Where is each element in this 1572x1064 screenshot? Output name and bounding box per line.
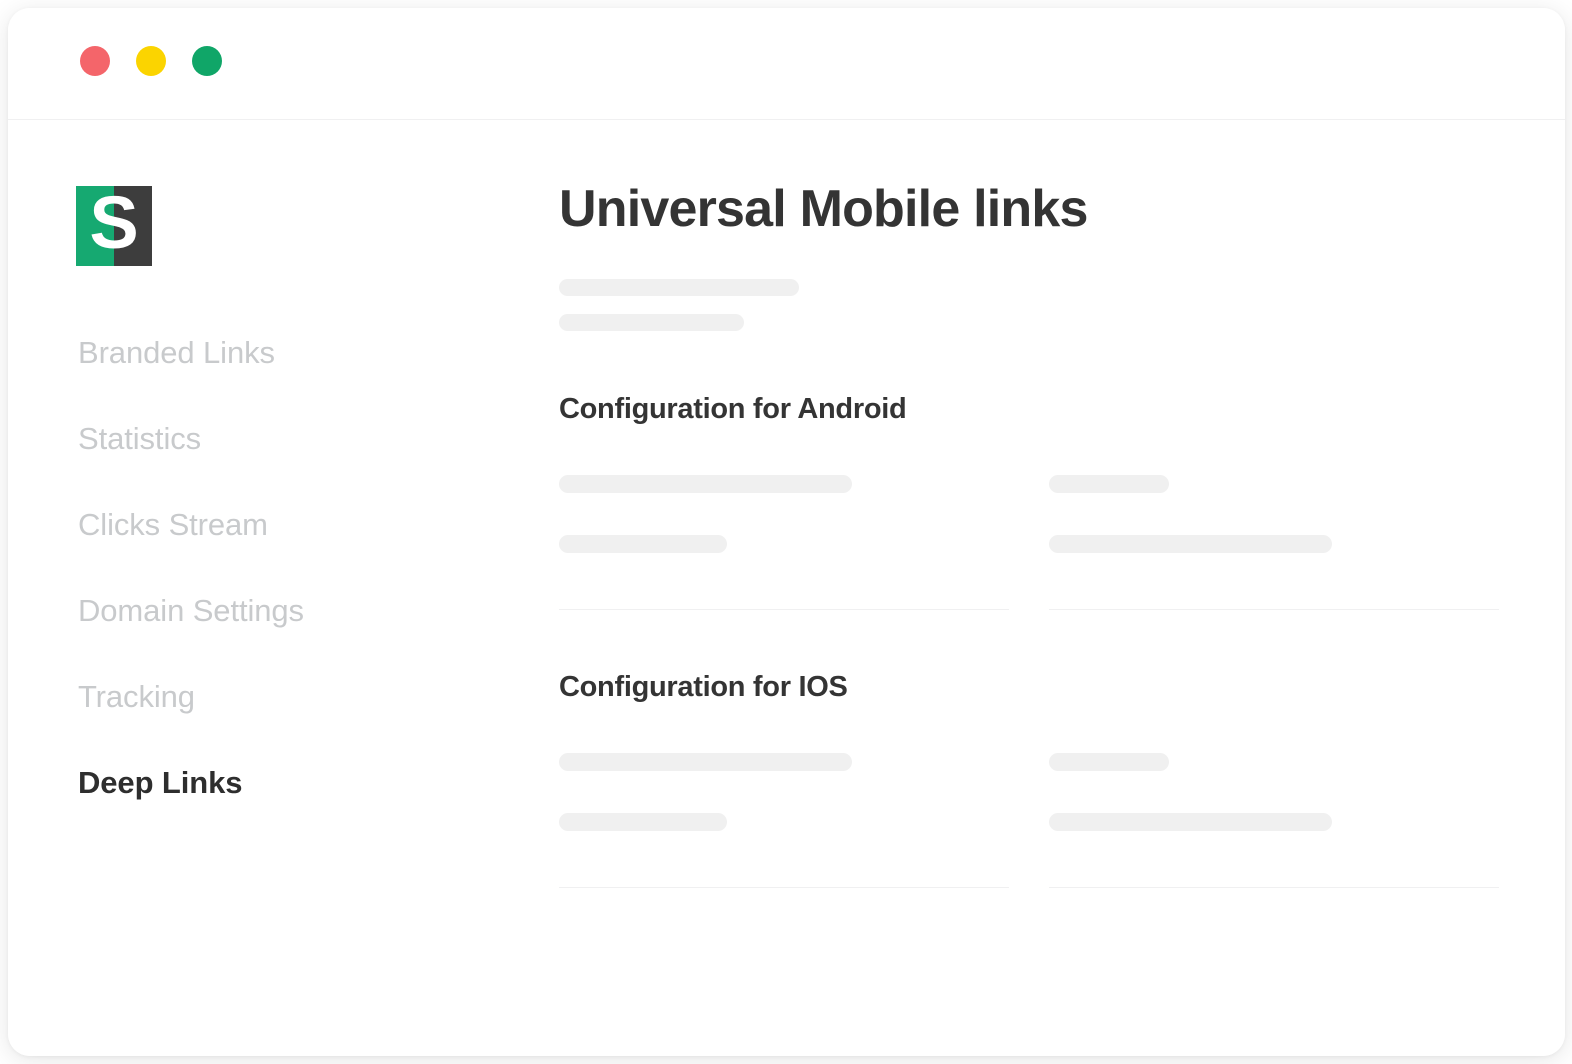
skeleton-line bbox=[559, 279, 799, 296]
section-columns bbox=[559, 753, 1499, 888]
page-subtitle-placeholder bbox=[559, 279, 799, 349]
form-field-placeholder bbox=[559, 753, 1009, 813]
form-field-placeholder bbox=[1049, 475, 1499, 535]
form-field-placeholder bbox=[559, 475, 1009, 535]
skeleton-line bbox=[1049, 535, 1332, 553]
main-content: Universal Mobile links Configuration for… bbox=[548, 121, 1565, 1056]
maximize-window-button[interactable] bbox=[192, 46, 222, 76]
sidebar-item-tracking[interactable]: Tracking bbox=[78, 680, 498, 714]
section-configuration-ios: Configuration for IOS bbox=[559, 671, 1499, 888]
skeleton-line bbox=[559, 314, 744, 331]
form-field-placeholder bbox=[559, 813, 1009, 845]
skeleton-line bbox=[559, 475, 852, 493]
skeleton-line bbox=[1049, 475, 1169, 493]
sidebar-item-clicks-stream[interactable]: Clicks Stream bbox=[78, 508, 498, 542]
form-column-right bbox=[1049, 753, 1499, 888]
form-field-placeholder bbox=[1049, 535, 1499, 567]
skeleton-line bbox=[559, 535, 727, 553]
window-titlebar bbox=[8, 8, 1565, 120]
close-window-button[interactable] bbox=[80, 46, 110, 76]
form-column-left bbox=[559, 753, 1009, 888]
sidebar-item-statistics[interactable]: Statistics bbox=[78, 421, 498, 456]
form-column-right bbox=[1049, 475, 1499, 610]
skeleton-line bbox=[559, 753, 852, 771]
form-field-placeholder bbox=[1049, 813, 1499, 845]
skeleton-line bbox=[1049, 813, 1332, 831]
page-title: Universal Mobile links bbox=[559, 180, 1088, 238]
section-configuration-android: Configuration for Android bbox=[559, 393, 1499, 610]
skeleton-line bbox=[1049, 753, 1169, 771]
svg-text:S: S bbox=[89, 186, 138, 264]
section-title: Configuration for IOS bbox=[559, 671, 848, 703]
window-body: S Branded Links Statistics Clicks Stream… bbox=[8, 121, 1565, 1056]
section-columns bbox=[559, 475, 1499, 610]
form-field-placeholder bbox=[1049, 753, 1499, 813]
sidebar-item-deep-links[interactable]: Deep Links bbox=[78, 766, 498, 800]
brand-logo[interactable]: S bbox=[76, 186, 152, 266]
sidebar-item-domain-settings[interactable]: Domain Settings bbox=[78, 594, 498, 628]
section-title: Configuration for Android bbox=[559, 393, 907, 425]
skeleton-line bbox=[559, 813, 727, 831]
form-field-placeholder bbox=[559, 535, 1009, 567]
minimize-window-button[interactable] bbox=[136, 46, 166, 76]
traffic-light-buttons bbox=[80, 46, 222, 76]
app-window: S Branded Links Statistics Clicks Stream… bbox=[8, 8, 1565, 1056]
sidebar: S Branded Links Statistics Clicks Stream… bbox=[8, 121, 548, 1056]
sidebar-nav: Branded Links Statistics Clicks Stream D… bbox=[78, 335, 498, 801]
form-column-left bbox=[559, 475, 1009, 610]
sidebar-item-branded-links[interactable]: Branded Links bbox=[78, 335, 498, 370]
